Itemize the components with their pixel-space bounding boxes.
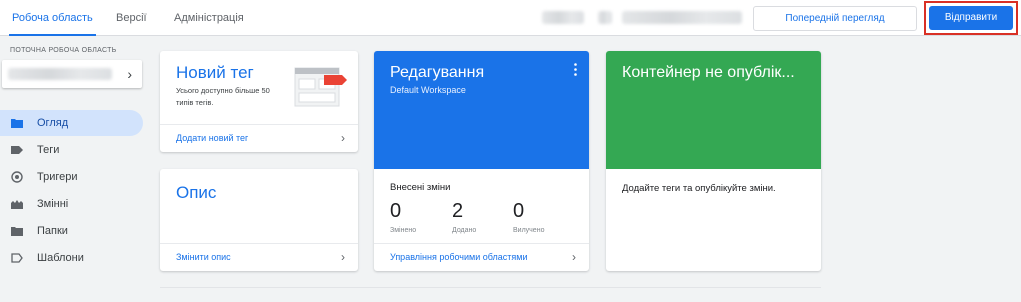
preview-button[interactable]: Попередній перегляд — [753, 6, 917, 31]
tab-versions[interactable]: Версії — [116, 0, 147, 36]
description-card: Опис Змінити опис › — [160, 169, 358, 271]
stat-modified-label: Змінено — [390, 227, 417, 234]
submit-button[interactable]: Відправити — [929, 6, 1013, 30]
variables-icon — [11, 200, 23, 209]
editing-title: Редагування — [390, 64, 485, 81]
top-bar: Робоча область Версії Адміністрація Попе… — [0, 0, 1021, 36]
sidebar-item-triggers[interactable]: Тригери — [0, 164, 143, 190]
content-divider — [160, 287, 821, 288]
chevron-right-icon[interactable]: › — [572, 244, 576, 271]
folder-icon — [11, 227, 23, 236]
redacted-separator — [598, 11, 612, 24]
new-tag-card: Новий тег Усього доступно більше 50 типі… — [160, 51, 358, 152]
description-title: Опис — [176, 183, 217, 202]
sidebar-item-overview[interactable]: Огляд — [0, 110, 143, 136]
changes-heading: Внесені зміни — [390, 182, 451, 193]
tag-illustration-icon — [294, 67, 347, 107]
trigger-icon — [11, 171, 23, 183]
chevron-right-icon[interactable]: › — [341, 244, 345, 271]
stat-added-value: 2 — [452, 200, 464, 222]
sidebar-item-variables[interactable]: Змінні — [0, 191, 143, 217]
chevron-right-icon: › — [127, 66, 132, 82]
sidebar-item-label: Тригери — [37, 171, 78, 183]
editing-subtitle: Default Workspace — [390, 85, 466, 95]
redacted-workspace-name — [8, 68, 112, 80]
sidebar-item-label: Папки — [37, 225, 68, 237]
sidebar-item-label: Змінні — [37, 198, 69, 210]
sidebar-item-label: Шаблони — [37, 252, 84, 264]
editing-card: Редагування Default Workspace Внесені зм… — [374, 51, 589, 271]
sidebar-item-label: Теги — [37, 144, 60, 156]
tab-admin[interactable]: Адміністрація — [174, 0, 244, 36]
container-card: Контейнер не опублік... Додайте теги та … — [606, 51, 821, 271]
add-new-tag-link[interactable]: Додати новий тег — [176, 125, 248, 152]
more-vert-icon[interactable] — [574, 63, 577, 76]
stat-added-label: Додано — [452, 227, 477, 234]
manage-workspaces-link[interactable]: Управління робочими областями — [390, 244, 527, 271]
sidebar-item-label: Огляд — [37, 117, 69, 129]
chevron-right-icon[interactable]: › — [341, 125, 345, 152]
description-footer[interactable]: Змінити опис › — [160, 243, 358, 271]
workspace-selector[interactable]: › — [2, 60, 142, 88]
template-icon — [11, 253, 23, 263]
sidebar-item-templates[interactable]: Шаблони — [0, 245, 143, 271]
stat-deleted-value: 0 — [513, 200, 525, 222]
edit-description-link[interactable]: Змінити опис — [176, 244, 231, 271]
editing-card-header[interactable]: Редагування Default Workspace — [374, 51, 589, 169]
sidebar-item-folders[interactable]: Папки — [0, 218, 143, 244]
new-tag-title[interactable]: Новий тег — [176, 63, 254, 83]
tag-icon — [11, 146, 23, 154]
folder-icon — [11, 119, 23, 128]
workspace-caption: ПОТОЧНА РОБОЧА ОБЛАСТЬ — [10, 47, 117, 54]
sidebar-item-tags[interactable]: Теги — [0, 137, 143, 163]
container-status-title: Контейнер не опублік... — [622, 64, 795, 81]
tab-workspace[interactable]: Робоча область — [9, 0, 96, 36]
new-tag-description: Усього доступно більше 50 типів тегів. — [176, 86, 270, 107]
stat-deleted-label: Вилучено — [513, 227, 545, 234]
redacted-container-name — [622, 11, 742, 24]
container-card-header[interactable]: Контейнер не опублік... — [606, 51, 821, 169]
container-status-body: Додайте теги та опублікуйте зміни. — [622, 183, 776, 194]
redacted-account — [542, 11, 584, 24]
stat-modified-value: 0 — [390, 200, 402, 222]
new-tag-footer[interactable]: Додати новий тег › — [160, 124, 358, 152]
editing-footer[interactable]: Управління робочими областями › — [374, 243, 589, 271]
